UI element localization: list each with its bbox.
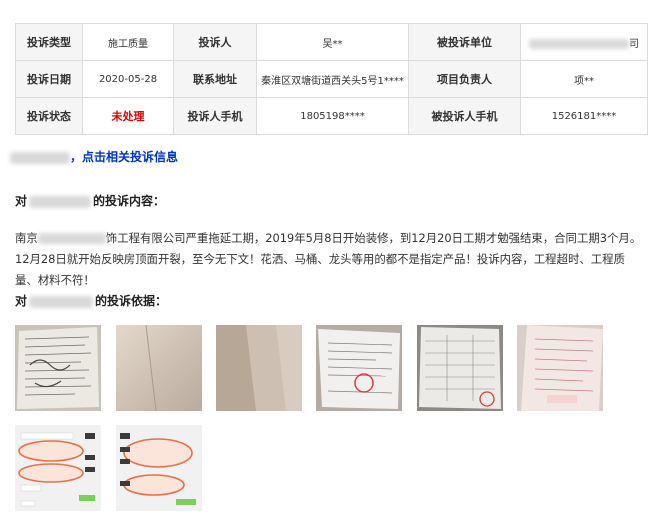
complaint-date-label: 投诉日期 xyxy=(15,60,83,98)
complaint-type-label: 投诉类型 xyxy=(15,23,83,61)
respondent-unit-suffix: 司 xyxy=(629,38,639,50)
respondent-unit-label: 被投诉单位 xyxy=(408,23,521,61)
heading-suffix: 的投诉依据： xyxy=(95,294,168,308)
respondent-phone-label: 被投诉人手机 xyxy=(408,97,521,135)
heading-prefix: 对 xyxy=(15,294,28,308)
complaint-info-table: 投诉类型 施工质量 投诉人 吴** 被投诉单位 司 投诉日期 2020-05-2… xyxy=(15,23,648,135)
complainant-label: 投诉人 xyxy=(173,23,257,61)
content-prefix: 南京 xyxy=(15,231,38,245)
ceiling-photo-icon xyxy=(116,325,202,411)
complainant-value: 吴** xyxy=(256,23,409,61)
redacted-text xyxy=(29,295,94,308)
evidence-photo-2[interactable] xyxy=(116,325,202,411)
redacted-text xyxy=(29,195,92,208)
complaint-status-value: 未处理 xyxy=(82,97,174,135)
complaint-date-value: 2020-05-28 xyxy=(82,60,174,98)
complaint-type-value: 施工质量 xyxy=(82,23,174,61)
content-body: 饰工程有限公司严重拖延工期，2019年5月8日开始装修，到12月20日工期才勉强… xyxy=(15,231,642,287)
project-lead-label: 项目负责人 xyxy=(408,60,521,98)
evidence-heading: 对 的投诉依据： xyxy=(15,292,167,309)
respondent-phone-value: 1526181**** xyxy=(520,97,648,135)
wall-photo-icon xyxy=(216,325,302,411)
contact-address-value: 秦淮区双塘街道西关头5号1**** xyxy=(256,60,409,98)
evidence-photo-4[interactable] xyxy=(316,325,402,411)
related-complaints-link[interactable]: ，点击相关投诉信息 xyxy=(70,150,178,164)
evidence-photo-7[interactable] xyxy=(15,425,101,511)
chat-screenshot-icon xyxy=(116,425,202,511)
heading-prefix: 对 xyxy=(15,194,28,208)
complaint-status-label: 投诉状态 xyxy=(15,97,83,135)
evidence-photo-1[interactable] xyxy=(15,325,101,411)
related-complaints-row[interactable]: ，点击相关投诉信息 xyxy=(10,148,178,165)
redacted-text xyxy=(10,151,70,164)
heading-suffix: 的投诉内容： xyxy=(93,194,166,208)
evidence-photo-8[interactable] xyxy=(116,425,202,511)
project-lead-value: 项** xyxy=(520,60,648,98)
complaint-content-text: 南京 饰工程有限公司严重拖延工期，2019年5月8日开始装修，到12月20日工期才… xyxy=(15,228,647,291)
evidence-photo-3[interactable] xyxy=(216,325,302,411)
redacted-text xyxy=(37,233,106,244)
receipt-photo-icon xyxy=(517,325,603,411)
contract-photo-icon xyxy=(316,325,402,411)
evidence-photo-5[interactable] xyxy=(417,325,503,411)
table-document-photo-icon xyxy=(417,325,503,411)
document-photo-icon xyxy=(15,325,101,411)
contact-address-label: 联系地址 xyxy=(173,60,257,98)
respondent-unit-value: 司 xyxy=(520,23,648,61)
complaint-content-heading: 对 的投诉内容： xyxy=(15,192,165,209)
evidence-photo-6[interactable] xyxy=(517,325,603,411)
complainant-phone-value: 1805198**** xyxy=(256,97,409,135)
complainant-phone-label: 投诉人手机 xyxy=(173,97,257,135)
redacted-text xyxy=(529,38,629,49)
chat-screenshot-icon xyxy=(15,425,101,511)
